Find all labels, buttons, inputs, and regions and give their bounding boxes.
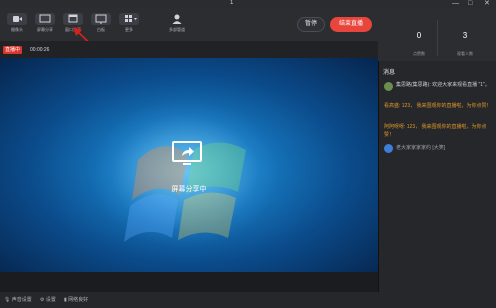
share-screen-icon xyxy=(172,141,202,162)
status-line xyxy=(0,41,378,58)
close-button[interactable]: ✕ xyxy=(484,0,490,8)
monitor-stand xyxy=(183,163,191,165)
window-title: 1 xyxy=(230,0,234,6)
minimize-button[interactable]: — xyxy=(452,0,459,8)
sound-settings-button[interactable]: 🎙 声音设置 xyxy=(4,296,32,304)
likes-count: 0 xyxy=(416,31,422,40)
network-status-label: 网络良好 xyxy=(68,297,89,303)
viewers-count: 3 xyxy=(462,31,468,40)
network-status: ▮ 网络良好 xyxy=(64,296,88,304)
screen-sharing-text: 屏幕分享中 xyxy=(171,186,207,193)
stats-divider xyxy=(437,20,438,56)
preview-bottom-bar xyxy=(0,272,378,292)
message-item-4: 老大家家家家约 [大笑] xyxy=(396,145,446,151)
avatar xyxy=(384,144,393,153)
multi-channel-label: 多部管道 xyxy=(169,27,185,32)
message-item-2: 看高盛: 123， 我来围观你的直播啦，为你点赞！ xyxy=(384,103,492,109)
live-badge: 直播中 xyxy=(3,46,23,54)
grid-icon xyxy=(119,13,139,25)
viewers-label: 观看人数 xyxy=(457,51,473,56)
screen-share-button[interactable]: 屏幕分享 xyxy=(32,13,58,37)
live-timer: 00:00:26 xyxy=(30,47,50,53)
camera-label: 摄像头 xyxy=(11,27,23,32)
stats-panel: 0 点赞数 3 观看人数 xyxy=(378,8,496,61)
screen-share-preview xyxy=(0,58,378,272)
camera-button[interactable]: 摄像头 xyxy=(4,13,30,37)
settings-label: 设置 xyxy=(45,297,56,303)
signal-icon: ▮ xyxy=(64,297,67,303)
whiteboard-icon xyxy=(91,13,111,25)
toolbar: 摄像头 屏幕分享 窗口分享 白板 更多 多部管道 暂停 结束直播 xyxy=(0,8,378,41)
message-item-3: 阿阿呀呀: 123， 我来围观你的直播啦，为你点赞！ xyxy=(384,124,487,138)
sound-settings-label: 声音设置 xyxy=(11,297,32,303)
microphone-icon: 🎙 xyxy=(4,297,11,303)
window-share-icon xyxy=(63,13,83,25)
settings-button[interactable]: ⚙ 设置 xyxy=(40,296,56,304)
pause-button[interactable]: 暂停 xyxy=(297,17,325,32)
messages-title: 消息 xyxy=(383,70,396,76)
message-item-1: 集思路(集思路): 欢迎大家来观看直播 "1"。 xyxy=(396,82,490,88)
user-icon xyxy=(167,13,187,25)
screen-share-icon xyxy=(35,13,55,25)
maximize-button[interactable]: □ xyxy=(468,0,472,8)
gear-icon: ⚙ xyxy=(40,297,45,303)
multi-channel-button[interactable]: 多部管道 xyxy=(164,13,190,37)
avatar xyxy=(384,82,393,91)
camera-icon xyxy=(7,13,27,25)
screen-share-label: 屏幕分享 xyxy=(37,27,53,32)
end-live-button[interactable]: 结束直播 xyxy=(330,17,372,32)
likes-label: 点赞数 xyxy=(413,51,425,56)
title-bar: 1 xyxy=(0,0,496,8)
